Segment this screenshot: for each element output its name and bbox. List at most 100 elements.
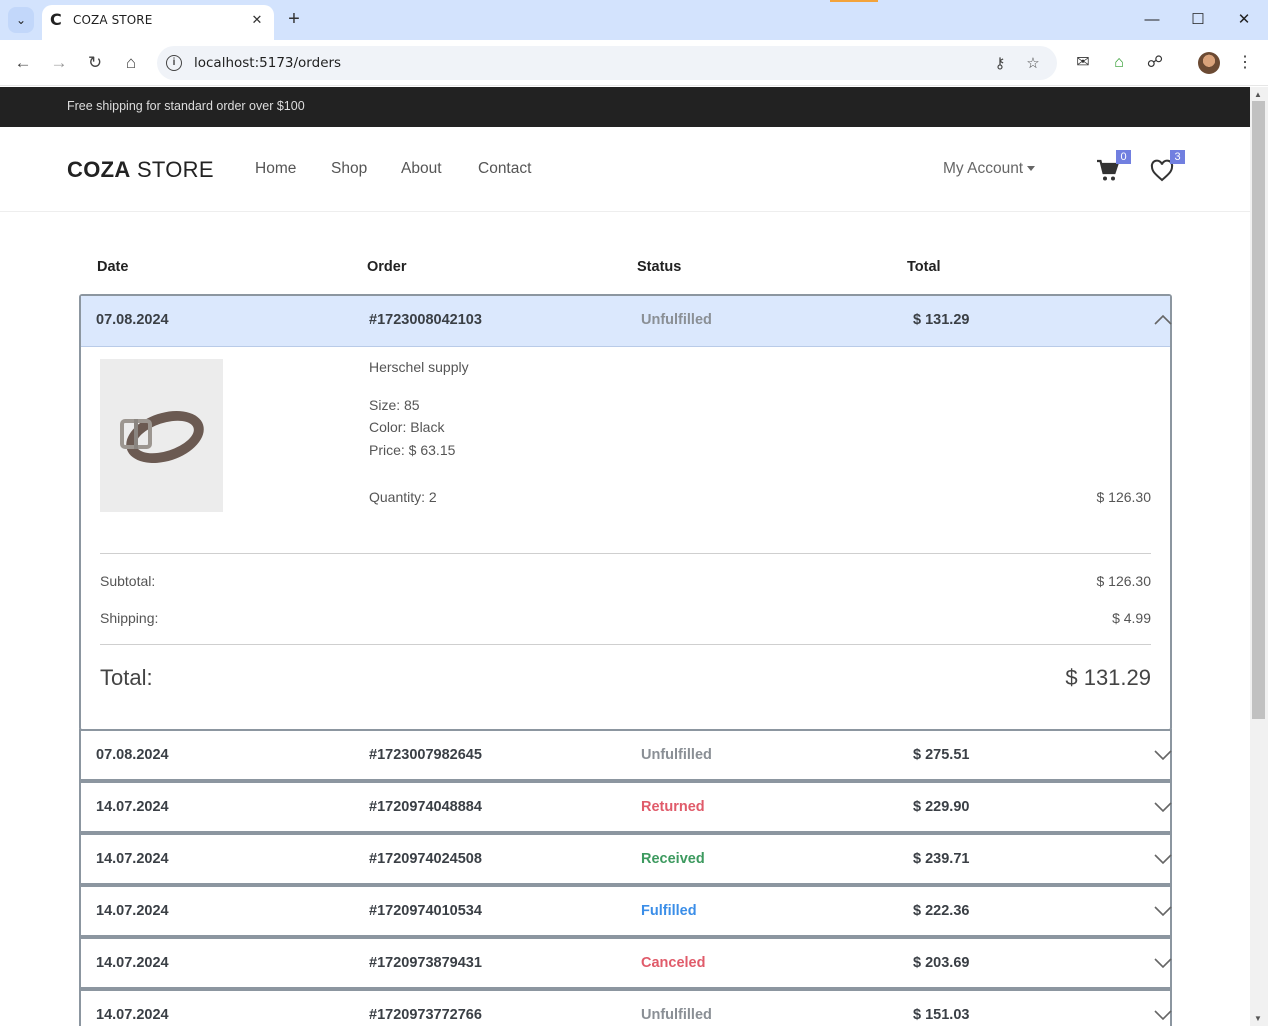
close-window-button[interactable]: ✕ <box>1232 8 1256 32</box>
order-number: #1720973879431 <box>369 955 482 971</box>
mail-extension-icon[interactable]: ✉ <box>1072 52 1094 74</box>
order-number: #1720974010534 <box>369 903 482 919</box>
page-scrollbar[interactable]: ▲ ▼ <box>1250 87 1268 1026</box>
order-date: 07.08.2024 <box>96 747 169 763</box>
product-price: Price: $ 63.15 <box>369 442 456 458</box>
order-date: 14.07.2024 <box>96 903 169 919</box>
chevron-down-icon[interactable] <box>1153 849 1173 869</box>
product-quantity: Quantity: 2 <box>369 489 437 505</box>
product-name[interactable]: Herschel supply <box>369 359 469 375</box>
home-button[interactable]: ⌂ <box>119 51 143 75</box>
order-number: #1720973772766 <box>369 1007 482 1023</box>
nav-contact[interactable]: Contact <box>478 160 531 178</box>
site-info-icon[interactable]: i <box>166 55 182 71</box>
order-card: 14.07.2024 #1720974048884 Returned $ 229.90 <box>79 781 1172 833</box>
shipping-value: $ 4.99 <box>1112 610 1151 626</box>
wishlist-button[interactable]: 3 <box>1150 150 1185 185</box>
order-number: #1720974048884 <box>369 799 482 815</box>
order-total: $ 275.51 <box>913 747 970 763</box>
browser-tab[interactable]: C COZA STORE ✕ <box>42 5 274 40</box>
order-status: Returned <box>641 799 705 815</box>
nav-about[interactable]: About <box>401 160 442 178</box>
page-viewport: Free shipping for standard order over $1… <box>0 87 1250 1026</box>
order-total: $ 151.03 <box>913 1007 970 1023</box>
order-summary-row[interactable]: 14.07.2024 #1720973772766 Unfulfilled $ 151… <box>81 991 1173 1026</box>
tab-strip-accent <box>830 0 878 2</box>
grand-total-value: $ 131.29 <box>1065 665 1151 690</box>
order-date: 14.07.2024 <box>96 799 169 815</box>
my-account-dropdown[interactable]: My Account <box>943 160 1036 178</box>
order-card: 14.07.2024 #1720974010534 Fulfilled $ 222.3… <box>79 885 1172 937</box>
maximize-button[interactable]: ☐ <box>1186 8 1210 32</box>
order-date: 07.08.2024 <box>96 312 169 328</box>
order-total: $ 131.29 <box>913 312 970 328</box>
site-logo[interactable]: COZA STORE <box>67 157 214 183</box>
order-summary-row[interactable]: 14.07.2024 #1720973879431 Canceled $ 203.69 <box>81 939 1173 989</box>
order-status: Canceled <box>641 955 706 971</box>
chevron-down-icon[interactable] <box>1153 901 1173 921</box>
product-image[interactable] <box>100 359 223 512</box>
order-date: 14.07.2024 <box>96 1007 169 1023</box>
order-status: Fulfilled <box>641 903 697 919</box>
home-extension-icon[interactable]: ⌂ <box>1108 52 1130 74</box>
chevron-down-icon[interactable] <box>1153 1005 1173 1025</box>
promo-text: Free shipping for standard order over $1… <box>67 99 305 113</box>
subtotal-value: $ 126.30 <box>1096 573 1152 589</box>
chevron-up-icon[interactable] <box>1153 310 1173 330</box>
cart-button[interactable]: 0 <box>1096 150 1131 185</box>
order-summary-row[interactable]: 14.07.2024 #1720974048884 Returned $ 229.90 <box>81 783 1173 833</box>
chevron-down-icon[interactable] <box>1153 745 1173 765</box>
order-summary-row[interactable]: 07.08.2024 #1723008042103 Unfulfilled $ … <box>81 296 1173 347</box>
order-status: Unfulfilled <box>641 1007 712 1023</box>
address-bar[interactable]: i localhost:5173/orders ⚷ ☆ <box>157 46 1057 80</box>
scrollbar-thumb[interactable] <box>1252 101 1265 719</box>
new-tab-button[interactable]: + <box>282 8 306 32</box>
tab-search-button[interactable]: ⌄ <box>8 7 34 33</box>
order-summary-row[interactable]: 14.07.2024 #1720974024508 Received $ 239.71 <box>81 835 1173 885</box>
nav-shop[interactable]: Shop <box>331 160 367 178</box>
promo-bar: Free shipping for standard order over $1… <box>0 87 1250 127</box>
line-total: $ 126.30 <box>1096 489 1152 505</box>
nav-home[interactable]: Home <box>255 160 296 178</box>
order-card: 07.08.2024 #1723007982645 Unfulfilled $ 275… <box>79 729 1172 781</box>
order-card: 14.07.2024 #1720973772766 Unfulfilled $ 151… <box>79 989 1172 1026</box>
site-header: COZA STORE Home Shop About Contact My Ac… <box>0 127 1250 212</box>
forward-button[interactable]: → <box>47 51 71 75</box>
minimize-button[interactable]: — <box>1140 8 1164 32</box>
order-number: #1723007982645 <box>369 747 482 763</box>
order-status: Unfulfilled <box>641 747 712 763</box>
browser-tab-strip: ⌄ C COZA STORE ✕ + — ☐ ✕ <box>0 0 1268 40</box>
belt-image-icon <box>120 411 204 463</box>
wishlist-count-badge: 3 <box>1170 150 1185 164</box>
browser-menu-icon[interactable]: ⋮ <box>1234 52 1256 74</box>
order-card: 14.07.2024 #1720973879431 Canceled $ 203.69 <box>79 937 1172 989</box>
chevron-down-icon[interactable] <box>1153 797 1173 817</box>
browser-toolbar: ← → ↻ ⌂ i localhost:5173/orders ⚷ ☆ ✉ ⌂ … <box>0 40 1268 86</box>
order-summary-row[interactable]: 07.08.2024 #1723007982645 Unfulfilled $ 275… <box>81 731 1173 781</box>
order-date: 14.07.2024 <box>96 851 169 867</box>
scroll-down-arrow-icon[interactable]: ▼ <box>1254 1014 1262 1023</box>
grand-total-label: Total: <box>100 665 153 690</box>
order-date: 14.07.2024 <box>96 955 169 971</box>
column-header-date: Date <box>97 259 129 275</box>
order-total: $ 229.90 <box>913 799 970 815</box>
order-status: Received <box>641 851 705 867</box>
bookmark-star-icon[interactable]: ☆ <box>1022 53 1044 75</box>
reload-button[interactable]: ↻ <box>83 51 107 75</box>
url-text[interactable]: localhost:5173/orders <box>194 55 341 71</box>
order-number: #1723008042103 <box>369 312 482 328</box>
back-button[interactable]: ← <box>11 51 35 75</box>
product-color: Color: Black <box>369 419 445 435</box>
scroll-up-arrow-icon[interactable]: ▲ <box>1254 90 1262 99</box>
order-card-expanded: 07.08.2024 #1723008042103 Unfulfilled $ … <box>79 294 1172 731</box>
password-key-icon[interactable]: ⚷ <box>989 53 1011 75</box>
tab-close-icon[interactable]: ✕ <box>246 9 268 31</box>
divider <box>100 553 1151 554</box>
profile-avatar[interactable] <box>1198 52 1220 74</box>
column-header-order: Order <box>367 259 407 275</box>
divider <box>100 644 1151 645</box>
order-summary-row[interactable]: 14.07.2024 #1720974010534 Fulfilled $ 222.3… <box>81 887 1173 937</box>
chevron-down-icon[interactable] <box>1153 953 1173 973</box>
extensions-puzzle-icon[interactable]: ☍ <box>1144 52 1166 74</box>
order-total: $ 203.69 <box>913 955 970 971</box>
